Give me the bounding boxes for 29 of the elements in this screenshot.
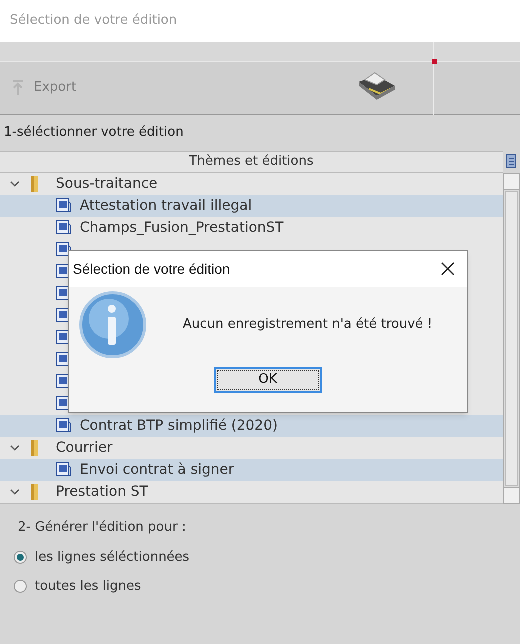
folder-label[interactable]: Courrier	[56, 438, 113, 458]
folder-label[interactable]: Prestation ST	[56, 482, 148, 502]
chevron-icon[interactable]	[10, 488, 20, 496]
folder-icon	[30, 175, 40, 193]
scrollbar[interactable]	[503, 173, 520, 504]
dialog-title: Sélection de votre édition	[73, 260, 230, 278]
section-label: 1-séléctionner votre édition	[4, 124, 184, 142]
document-icon	[56, 198, 72, 214]
window-title: Sélection de votre édition	[10, 12, 178, 30]
dialog-message: Aucun enregistrement n'a été trouvé !	[183, 316, 433, 334]
close-icon[interactable]	[441, 262, 455, 276]
info-icon	[79, 291, 147, 359]
radio-option[interactable]: toutes les lignes	[14, 577, 520, 596]
tree-row[interactable]: Attestation travail illegal	[0, 195, 503, 217]
tree-row[interactable]: Envoi contrat à signer	[0, 459, 503, 481]
section-label: 2- Générer l'édition pour :	[18, 519, 188, 537]
folder-icon	[30, 483, 40, 501]
tree-row[interactable]: Contrat BTP simplifié (2020)	[0, 415, 503, 437]
column-header[interactable]: Thèmes et éditions	[0, 151, 503, 173]
export-icon	[12, 80, 24, 96]
document-icon	[56, 462, 72, 478]
chevron-icon[interactable]	[10, 444, 20, 452]
folder-label[interactable]: Sous-traitance	[56, 174, 158, 194]
radio-option[interactable]: les lignes séléctionnées	[14, 548, 520, 567]
folder-icon	[30, 439, 40, 457]
chevron-icon[interactable]	[10, 180, 20, 188]
document-icon	[56, 418, 72, 434]
ok-button[interactable]: OK	[214, 367, 322, 393]
document-icon	[56, 220, 72, 236]
